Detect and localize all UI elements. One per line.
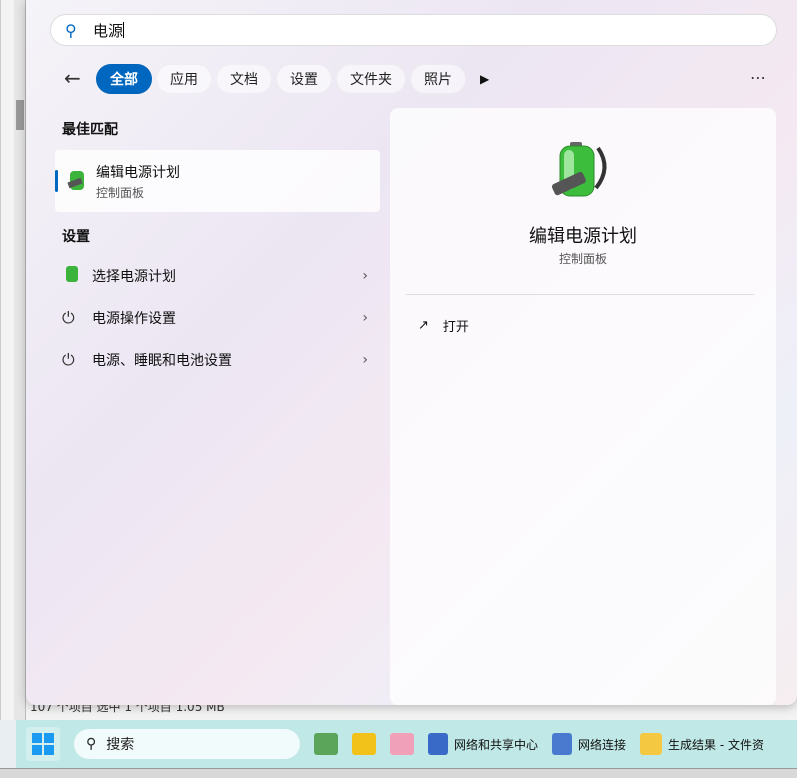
- search-input[interactable]: ⚲ 电源: [50, 14, 777, 46]
- tab-photos[interactable]: 照片: [410, 64, 466, 94]
- settings-heading: 设置: [62, 229, 90, 245]
- tab-folders[interactable]: 文件夹: [336, 64, 406, 94]
- taskbar: ⚲ 搜索 网络和共享中心 网络连接 生成结果 - 文件资: [16, 720, 797, 768]
- taskbar-app-network-connections[interactable]: 网络连接: [552, 733, 626, 755]
- settings-item-choose-power-plan[interactable]: 选择电源计划 ›: [62, 258, 368, 294]
- taskbar-app-file-explorer[interactable]: 生成结果 - 文件资: [640, 733, 764, 755]
- taskbar-app-yellow[interactable]: [352, 733, 376, 755]
- tab-documents[interactable]: 文档: [216, 64, 272, 94]
- tab-settings[interactable]: 设置: [276, 64, 332, 94]
- tab-apps[interactable]: 应用: [156, 64, 212, 94]
- battery-plug-icon: [67, 171, 84, 190]
- taskbar-app-anime[interactable]: [390, 733, 414, 755]
- battery-plug-icon: [62, 264, 92, 288]
- settings-item-label: 电源、睡眠和电池设置: [92, 353, 232, 369]
- chevron-right-icon: ›: [362, 310, 368, 326]
- open-label: 打开: [442, 320, 469, 335]
- more-tabs-play-icon[interactable]: ▶: [480, 72, 489, 86]
- taskbar-app-label: 生成结果 - 文件资: [668, 737, 764, 752]
- taskbar-app-network-card[interactable]: [314, 733, 338, 755]
- scrollbar-thumb[interactable]: [16, 100, 24, 130]
- taskbar-app-network-sharing[interactable]: 网络和共享中心: [428, 733, 538, 755]
- settings-item-label: 选择电源计划: [92, 269, 176, 285]
- selection-indicator: [55, 170, 58, 192]
- taskbar-search-placeholder: 搜索: [106, 737, 135, 753]
- battery-plug-large-icon: [551, 142, 607, 197]
- best-match-item[interactable]: 编辑电源计划 控制面板: [55, 150, 380, 212]
- detail-subtitle: 控制面板: [558, 252, 607, 266]
- power-icon: ⏻: [62, 308, 75, 327]
- best-match-title: 编辑电源计划: [96, 165, 180, 181]
- settings-item-power-sleep-battery[interactable]: ⏻ 电源、睡眠和电池设置 ›: [62, 342, 368, 378]
- back-arrow-icon[interactable]: ←: [64, 66, 81, 90]
- bottom-window-strip: [0, 768, 797, 778]
- search-icon: ⚲: [65, 20, 77, 40]
- taskbar-app-label: 网络和共享中心: [454, 737, 539, 752]
- detail-pane: 编辑电源计划 控制面板 ↗ 打开: [390, 108, 776, 705]
- power-icon: ⏻: [62, 350, 75, 369]
- taskbar-app-label: 网络连接: [578, 737, 627, 752]
- start-button[interactable]: [26, 727, 60, 761]
- best-match-subtitle: 控制面板: [96, 186, 145, 200]
- chevron-right-icon: ›: [362, 352, 368, 368]
- settings-item-label: 电源操作设置: [92, 311, 176, 327]
- open-action[interactable]: ↗ 打开: [418, 316, 469, 335]
- detail-title: 编辑电源计划: [529, 226, 637, 247]
- start-search-panel: ⚲ 电源 ← 全部 应用 文档 设置 文件夹 照片 ▶ ⋯ 最佳匹配 编辑电源计…: [26, 0, 797, 705]
- filter-tabs: 全部 应用 文档 设置 文件夹 照片 ▶: [96, 64, 489, 94]
- divider: [406, 294, 754, 295]
- open-external-icon: ↗: [418, 318, 429, 333]
- best-match-heading: 最佳匹配: [62, 122, 118, 138]
- more-options-icon[interactable]: ⋯: [750, 68, 766, 87]
- search-icon: ⚲: [86, 736, 97, 752]
- settings-item-power-actions[interactable]: ⏻ 电源操作设置 ›: [62, 300, 368, 336]
- taskbar-search[interactable]: ⚲ 搜索: [74, 729, 300, 759]
- scrollbar[interactable]: [14, 0, 26, 720]
- search-value: 电源: [93, 21, 124, 40]
- tab-all[interactable]: 全部: [96, 64, 152, 94]
- chevron-right-icon: ›: [362, 268, 368, 284]
